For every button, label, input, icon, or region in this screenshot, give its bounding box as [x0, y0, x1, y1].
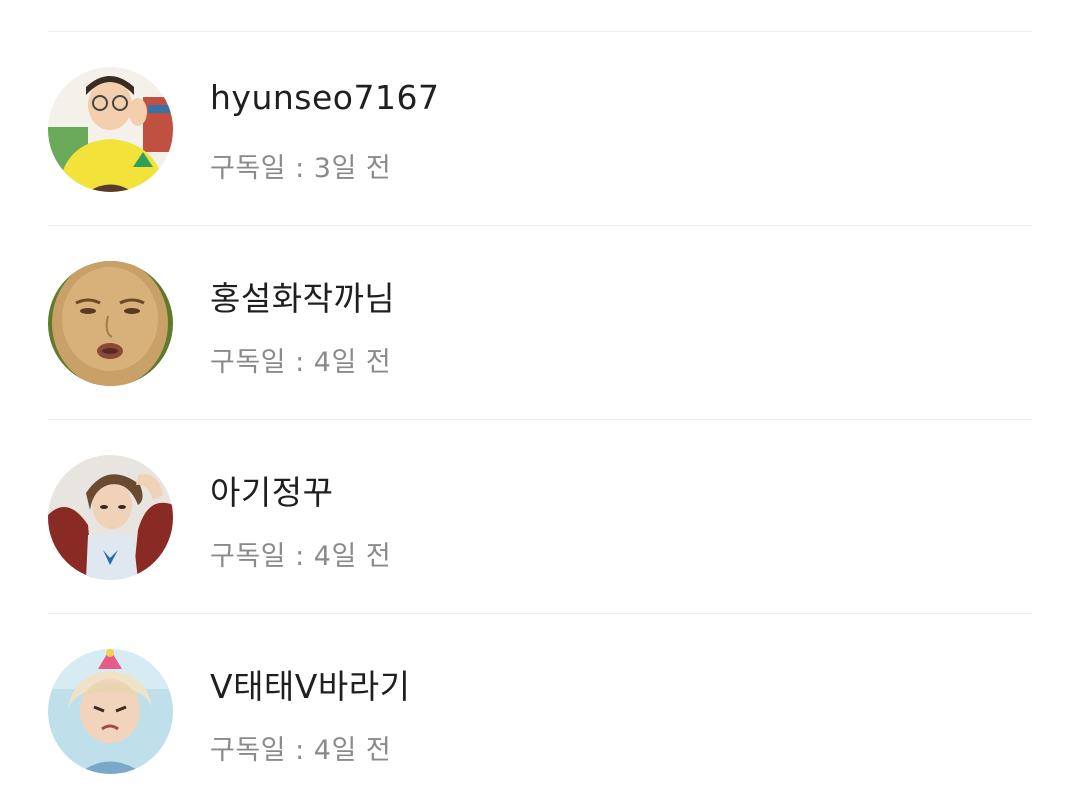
subscription-date: 구독일 : 4일 전 [210, 347, 392, 378]
avatar[interactable] [48, 261, 173, 386]
subscriber-row[interactable]: hyunseo7167 구독일 : 3일 전 [48, 32, 1032, 226]
avatar-image [48, 455, 173, 580]
subscriber-row[interactable]: 아기정꾸 구독일 : 4일 전 [48, 420, 1032, 614]
subscriber-name[interactable]: V태태V바라기 [210, 660, 410, 708]
subscriber-name[interactable]: 홍설화작까님 [210, 272, 395, 320]
subscriber-row[interactable]: V태태V바라기 구독일 : 4일 전 [48, 614, 1032, 808]
subscription-date: 구독일 : 4일 전 [210, 541, 392, 572]
avatar-image [48, 67, 173, 192]
subscription-date: 구독일 : 3일 전 [210, 153, 392, 184]
avatar[interactable] [48, 67, 173, 192]
subscription-date: 구독일 : 4일 전 [210, 735, 392, 766]
subscriber-name[interactable]: 아기정꾸 [210, 466, 333, 514]
avatar-image [48, 261, 173, 386]
avatar[interactable] [48, 649, 173, 774]
subscriber-list: hyunseo7167 구독일 : 3일 전 홍설화작까님 구독일 : 4일 전 [48, 0, 1032, 808]
subscriber-row[interactable]: 홍설화작까님 구독일 : 4일 전 [48, 226, 1032, 420]
avatar-image [48, 649, 173, 774]
subscriber-name[interactable]: hyunseo7167 [210, 78, 439, 117]
avatar[interactable] [48, 455, 173, 580]
